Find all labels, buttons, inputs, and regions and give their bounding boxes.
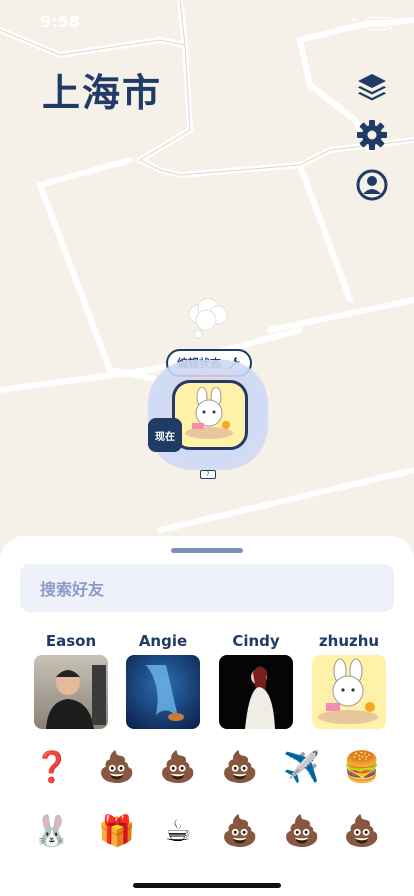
emoji-bunny-face[interactable]: 🐰	[32, 812, 72, 852]
status-time: 9:58	[40, 12, 80, 31]
friend-name: Angie	[138, 632, 188, 650]
friend-avatar[interactable]	[219, 655, 293, 729]
sheet-handle[interactable]	[171, 548, 243, 553]
friend-name: Cindy	[232, 632, 280, 650]
emoji-poop-sad[interactable]: 💩	[282, 812, 322, 852]
emoji-golden-poop[interactable]: 💩	[158, 748, 198, 788]
emoji-poop-cap[interactable]: 💩	[342, 812, 382, 852]
friend-avatar[interactable]	[126, 655, 200, 729]
home-indicator[interactable]	[133, 883, 281, 888]
friend-name: Eason	[45, 632, 97, 650]
friend-item-cindy[interactable]: Cindy	[218, 632, 294, 729]
layers-button[interactable]	[355, 70, 389, 104]
emoji-burger[interactable]: 🍔	[342, 748, 382, 788]
status-icons: ◠	[350, 16, 392, 30]
emoji-gift[interactable]: 🎁	[97, 812, 137, 852]
thought-bubble-icon[interactable]	[184, 296, 230, 340]
my-avatar[interactable]	[172, 380, 248, 450]
friends-sheet: 搜索好友 Eason Angie Cindy zhuzhu ❓ 💩 💩 💩 ✈️…	[0, 536, 414, 896]
person-photo-icon	[46, 665, 106, 729]
friend-item-eason[interactable]: Eason	[33, 632, 109, 729]
bunny-avatar-icon	[318, 658, 378, 724]
battery-icon	[366, 16, 392, 30]
battery-status: ?	[200, 470, 216, 479]
friend-item-zhuzhu[interactable]: zhuzhu	[311, 632, 387, 729]
bunny-avatar-icon	[185, 387, 233, 439]
settings-button[interactable]	[355, 118, 389, 152]
friend-item-angie[interactable]: Angie	[125, 632, 201, 729]
search-friends-input[interactable]: 搜索好友	[20, 564, 394, 612]
now-badge: 现在	[148, 418, 182, 452]
user-profile-icon	[356, 169, 388, 201]
emoji-poop-question[interactable]: 💩	[97, 748, 137, 788]
emoji-question[interactable]: ❓	[32, 748, 72, 788]
my-location-marker[interactable]: 现在 ?	[148, 360, 268, 480]
profile-button[interactable]	[355, 168, 389, 202]
emoji-poop-heart[interactable]: 💩	[220, 748, 260, 788]
layers-icon	[358, 74, 386, 101]
gear-icon	[357, 120, 387, 150]
friend-avatar[interactable]	[312, 655, 386, 729]
friend-avatar[interactable]	[34, 655, 108, 729]
wifi-icon: ◠	[349, 16, 360, 30]
whale-photo-icon	[146, 665, 184, 721]
girl-photo-icon	[245, 666, 275, 729]
friend-name: zhuzhu	[318, 632, 380, 650]
emoji-poop-sleepy[interactable]: 💩	[220, 812, 260, 852]
emoji-airplane[interactable]: ✈️	[282, 748, 322, 788]
city-title: 上海市	[42, 71, 163, 115]
emoji-coffee[interactable]: ☕	[158, 812, 198, 852]
